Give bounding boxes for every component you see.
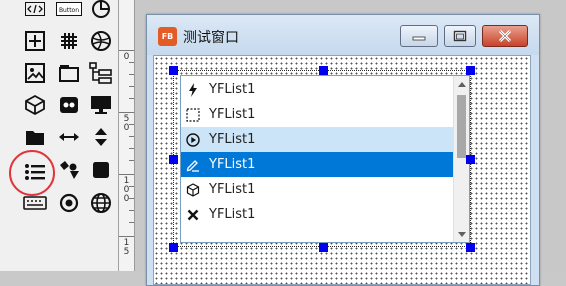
resize-handle[interactable] xyxy=(169,243,178,252)
shapes-icon[interactable] xyxy=(54,155,84,185)
scroll-up-button[interactable] xyxy=(454,76,469,92)
monitor-icon[interactable] xyxy=(86,90,116,120)
ruler-label: 0 xyxy=(123,52,130,62)
square-icon[interactable] xyxy=(86,155,116,185)
list-item[interactable]: YFList1 xyxy=(181,102,456,127)
list-item-label: YFList1 xyxy=(209,207,256,222)
image-icon[interactable] xyxy=(20,58,50,88)
pen-icon xyxy=(185,157,201,173)
media-icon[interactable] xyxy=(54,90,84,120)
list-item[interactable]: YFList1 xyxy=(181,127,456,152)
lightning-icon xyxy=(185,82,201,98)
list-item[interactable]: YFList1 xyxy=(181,152,456,177)
minimize-icon xyxy=(412,36,426,41)
grid-table-icon[interactable] xyxy=(54,26,84,56)
window-title: 测试窗口 xyxy=(183,30,239,46)
chevron-up-icon xyxy=(457,81,466,87)
maximize-button[interactable] xyxy=(444,25,476,47)
control-palette: Button xyxy=(0,0,128,271)
resize-handle[interactable] xyxy=(319,66,328,75)
scroll-down-button[interactable] xyxy=(454,226,469,242)
x-mark-icon xyxy=(185,207,201,223)
ruler-label: 1 0 0 xyxy=(123,176,130,204)
button-control-icon[interactable]: Button xyxy=(54,0,84,24)
vertical-arrows-icon[interactable] xyxy=(86,122,116,152)
plus-grid-icon[interactable] xyxy=(20,26,50,56)
list-item[interactable]: YFList1 xyxy=(181,77,456,102)
list-item-label: YFList1 xyxy=(209,107,256,122)
maximize-icon xyxy=(453,30,467,42)
close-icon xyxy=(498,29,512,43)
close-button[interactable] xyxy=(482,25,528,47)
chevron-down-icon xyxy=(457,231,466,237)
list-item[interactable]: YFList1 xyxy=(181,177,456,202)
list-item-label: YFList1 xyxy=(209,132,256,147)
resize-handle[interactable] xyxy=(169,155,178,164)
list-item-label: YFList1 xyxy=(209,157,256,172)
resize-handle[interactable] xyxy=(169,66,178,75)
web-globe-icon[interactable] xyxy=(86,188,116,218)
selected-tool-highlight xyxy=(9,150,55,196)
resize-handle[interactable] xyxy=(466,155,475,164)
hexagon-icon xyxy=(185,182,201,198)
button-control-label: Button xyxy=(59,7,79,14)
folder-icon[interactable] xyxy=(20,122,50,152)
yflist-listbox[interactable]: YFList1 YFList1 YFList1 YFList1 YFList1 … xyxy=(180,75,470,243)
window-titlebar[interactable]: FB 测试窗口 xyxy=(147,15,539,55)
horizontal-arrows-icon[interactable] xyxy=(54,122,84,152)
app-icon: FB xyxy=(158,27,177,46)
minimize-button[interactable] xyxy=(400,25,438,47)
tree-view-icon[interactable] xyxy=(86,58,116,88)
pie-chart-icon[interactable] xyxy=(86,0,116,24)
cube-icon[interactable] xyxy=(20,90,50,120)
resize-handle[interactable] xyxy=(466,243,475,252)
resize-handle[interactable] xyxy=(466,66,475,75)
resize-handle[interactable] xyxy=(319,243,328,252)
play-circle-icon xyxy=(185,132,201,148)
dashed-square-icon xyxy=(185,107,201,123)
list-item[interactable]: YFList1 xyxy=(181,202,456,227)
list-item-label: YFList1 xyxy=(209,82,256,97)
radio-icon[interactable] xyxy=(54,188,84,218)
ruler-label: 1 5 xyxy=(123,238,130,257)
ruler-label: 5 0 xyxy=(123,114,130,133)
globe-icon[interactable] xyxy=(86,26,116,56)
code-tag-icon[interactable] xyxy=(20,0,50,24)
scrollbar-thumb[interactable] xyxy=(457,95,466,158)
tab-folder-icon[interactable] xyxy=(54,58,84,88)
list-item-label: YFList1 xyxy=(209,182,256,197)
vertical-ruler: 0 5 0 1 0 0 1 5 xyxy=(119,0,135,271)
app-icon-text: FB xyxy=(161,32,174,41)
